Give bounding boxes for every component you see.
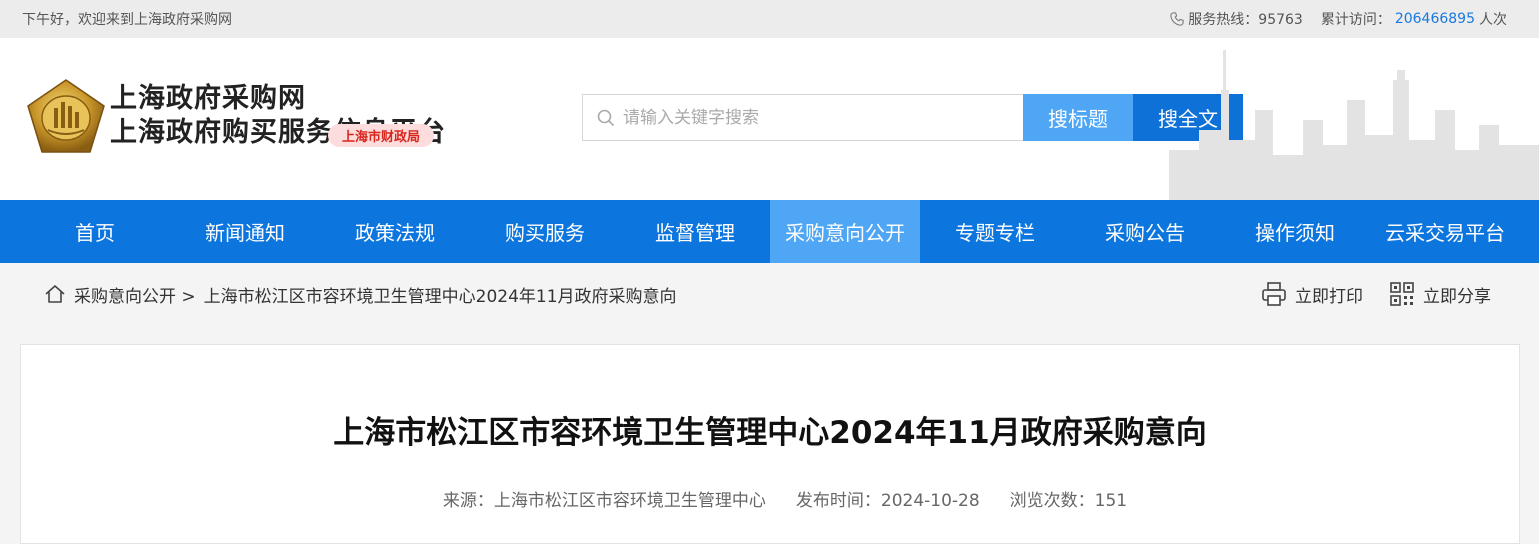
share-label: 立即分享 <box>1423 286 1491 307</box>
search-bar: 搜标题 搜全文 <box>582 94 1243 141</box>
nav-item-cloud-platform[interactable]: 云采交易平台 <box>1370 200 1520 263</box>
breadcrumb-current: 上海市松江区市容环境卫生管理中心2024年11月政府采购意向 <box>203 286 677 307</box>
nav-item-intent-disclosure[interactable]: 采购意向公开 <box>770 200 920 263</box>
phone-icon <box>1170 12 1184 26</box>
article-card: 上海市松江区市容环境卫生管理中心2024年11月政府采购意向 来源：上海市松江区… <box>20 344 1520 544</box>
nav-item-home[interactable]: 首页 <box>20 200 170 263</box>
search-field-wrap <box>582 94 1023 141</box>
print-button[interactable]: 立即打印 <box>1261 281 1363 307</box>
nav-item-supervision[interactable]: 监督管理 <box>620 200 770 263</box>
article-published-date: 发布时间：2024-10-28 <box>795 491 980 511</box>
main-nav: 首页 新闻通知 政策法规 购买服务 监督管理 采购意向公开 专题专栏 采购公告 … <box>0 200 1539 263</box>
breadcrumb: 采购意向公开 > 上海市松江区市容环境卫生管理中心2024年11月政府采购意向 <box>44 282 677 307</box>
department-badge: 上海市财政局 <box>328 124 435 147</box>
search-title-button[interactable]: 搜标题 <box>1023 94 1133 141</box>
home-icon[interactable] <box>44 283 66 305</box>
visits-label: 累计访问： <box>1320 12 1391 28</box>
greeting-text: 下午好，欢迎来到上海政府采购网 <box>22 12 232 28</box>
nav-item-special-topics[interactable]: 专题专栏 <box>920 200 1070 263</box>
nav-item-news[interactable]: 新闻通知 <box>170 200 320 263</box>
nav-item-announcements[interactable]: 采购公告 <box>1070 200 1220 263</box>
page-actions: 立即打印 立即分享 <box>1261 281 1491 307</box>
article-source: 来源：上海市松江区市容环境卫生管理中心 <box>442 491 766 511</box>
nav-item-purchase-service[interactable]: 购买服务 <box>470 200 620 263</box>
site-logo[interactable] <box>24 78 108 154</box>
site-header: 上海政府采购网 上海政府购买服务信息平台 上海市财政局 搜标题 搜全文 <box>0 38 1539 200</box>
breadcrumb-bar: 采购意向公开 > 上海市松江区市容环境卫生管理中心2024年11月政府采购意向 … <box>0 263 1539 325</box>
article-view-count: 浏览次数：151 <box>1009 491 1128 511</box>
site-stats: 服务热线：95763 累计访问： 206466895 人次 <box>1170 9 1507 29</box>
nav-item-policy[interactable]: 政策法规 <box>320 200 470 263</box>
qr-code-icon <box>1390 282 1414 306</box>
site-name-primary: 上海政府采购网 <box>110 83 306 114</box>
print-label: 立即打印 <box>1295 286 1363 307</box>
nav-item-instructions[interactable]: 操作须知 <box>1220 200 1370 263</box>
city-skyline-decoration <box>1169 50 1539 200</box>
printer-icon <box>1262 282 1286 306</box>
search-icon <box>597 109 615 126</box>
article-meta: 来源：上海市松江区市容环境卫生管理中心 发布时间：2024-10-28 浏览次数… <box>21 486 1519 511</box>
visits-unit: 人次 <box>1479 12 1507 28</box>
breadcrumb-section-link[interactable]: 采购意向公开 > <box>74 282 196 307</box>
top-bar: 下午好，欢迎来到上海政府采购网 服务热线：95763 累计访问： 2064668… <box>0 0 1539 38</box>
visits-count: 206466895 <box>1394 11 1475 27</box>
hotline-text: 服务热线：95763 <box>1188 12 1303 28</box>
search-input[interactable] <box>623 107 1003 128</box>
article-title: 上海市松江区市容环境卫生管理中心2024年11月政府采购意向 <box>333 415 1207 451</box>
share-button[interactable]: 立即分享 <box>1389 281 1491 307</box>
